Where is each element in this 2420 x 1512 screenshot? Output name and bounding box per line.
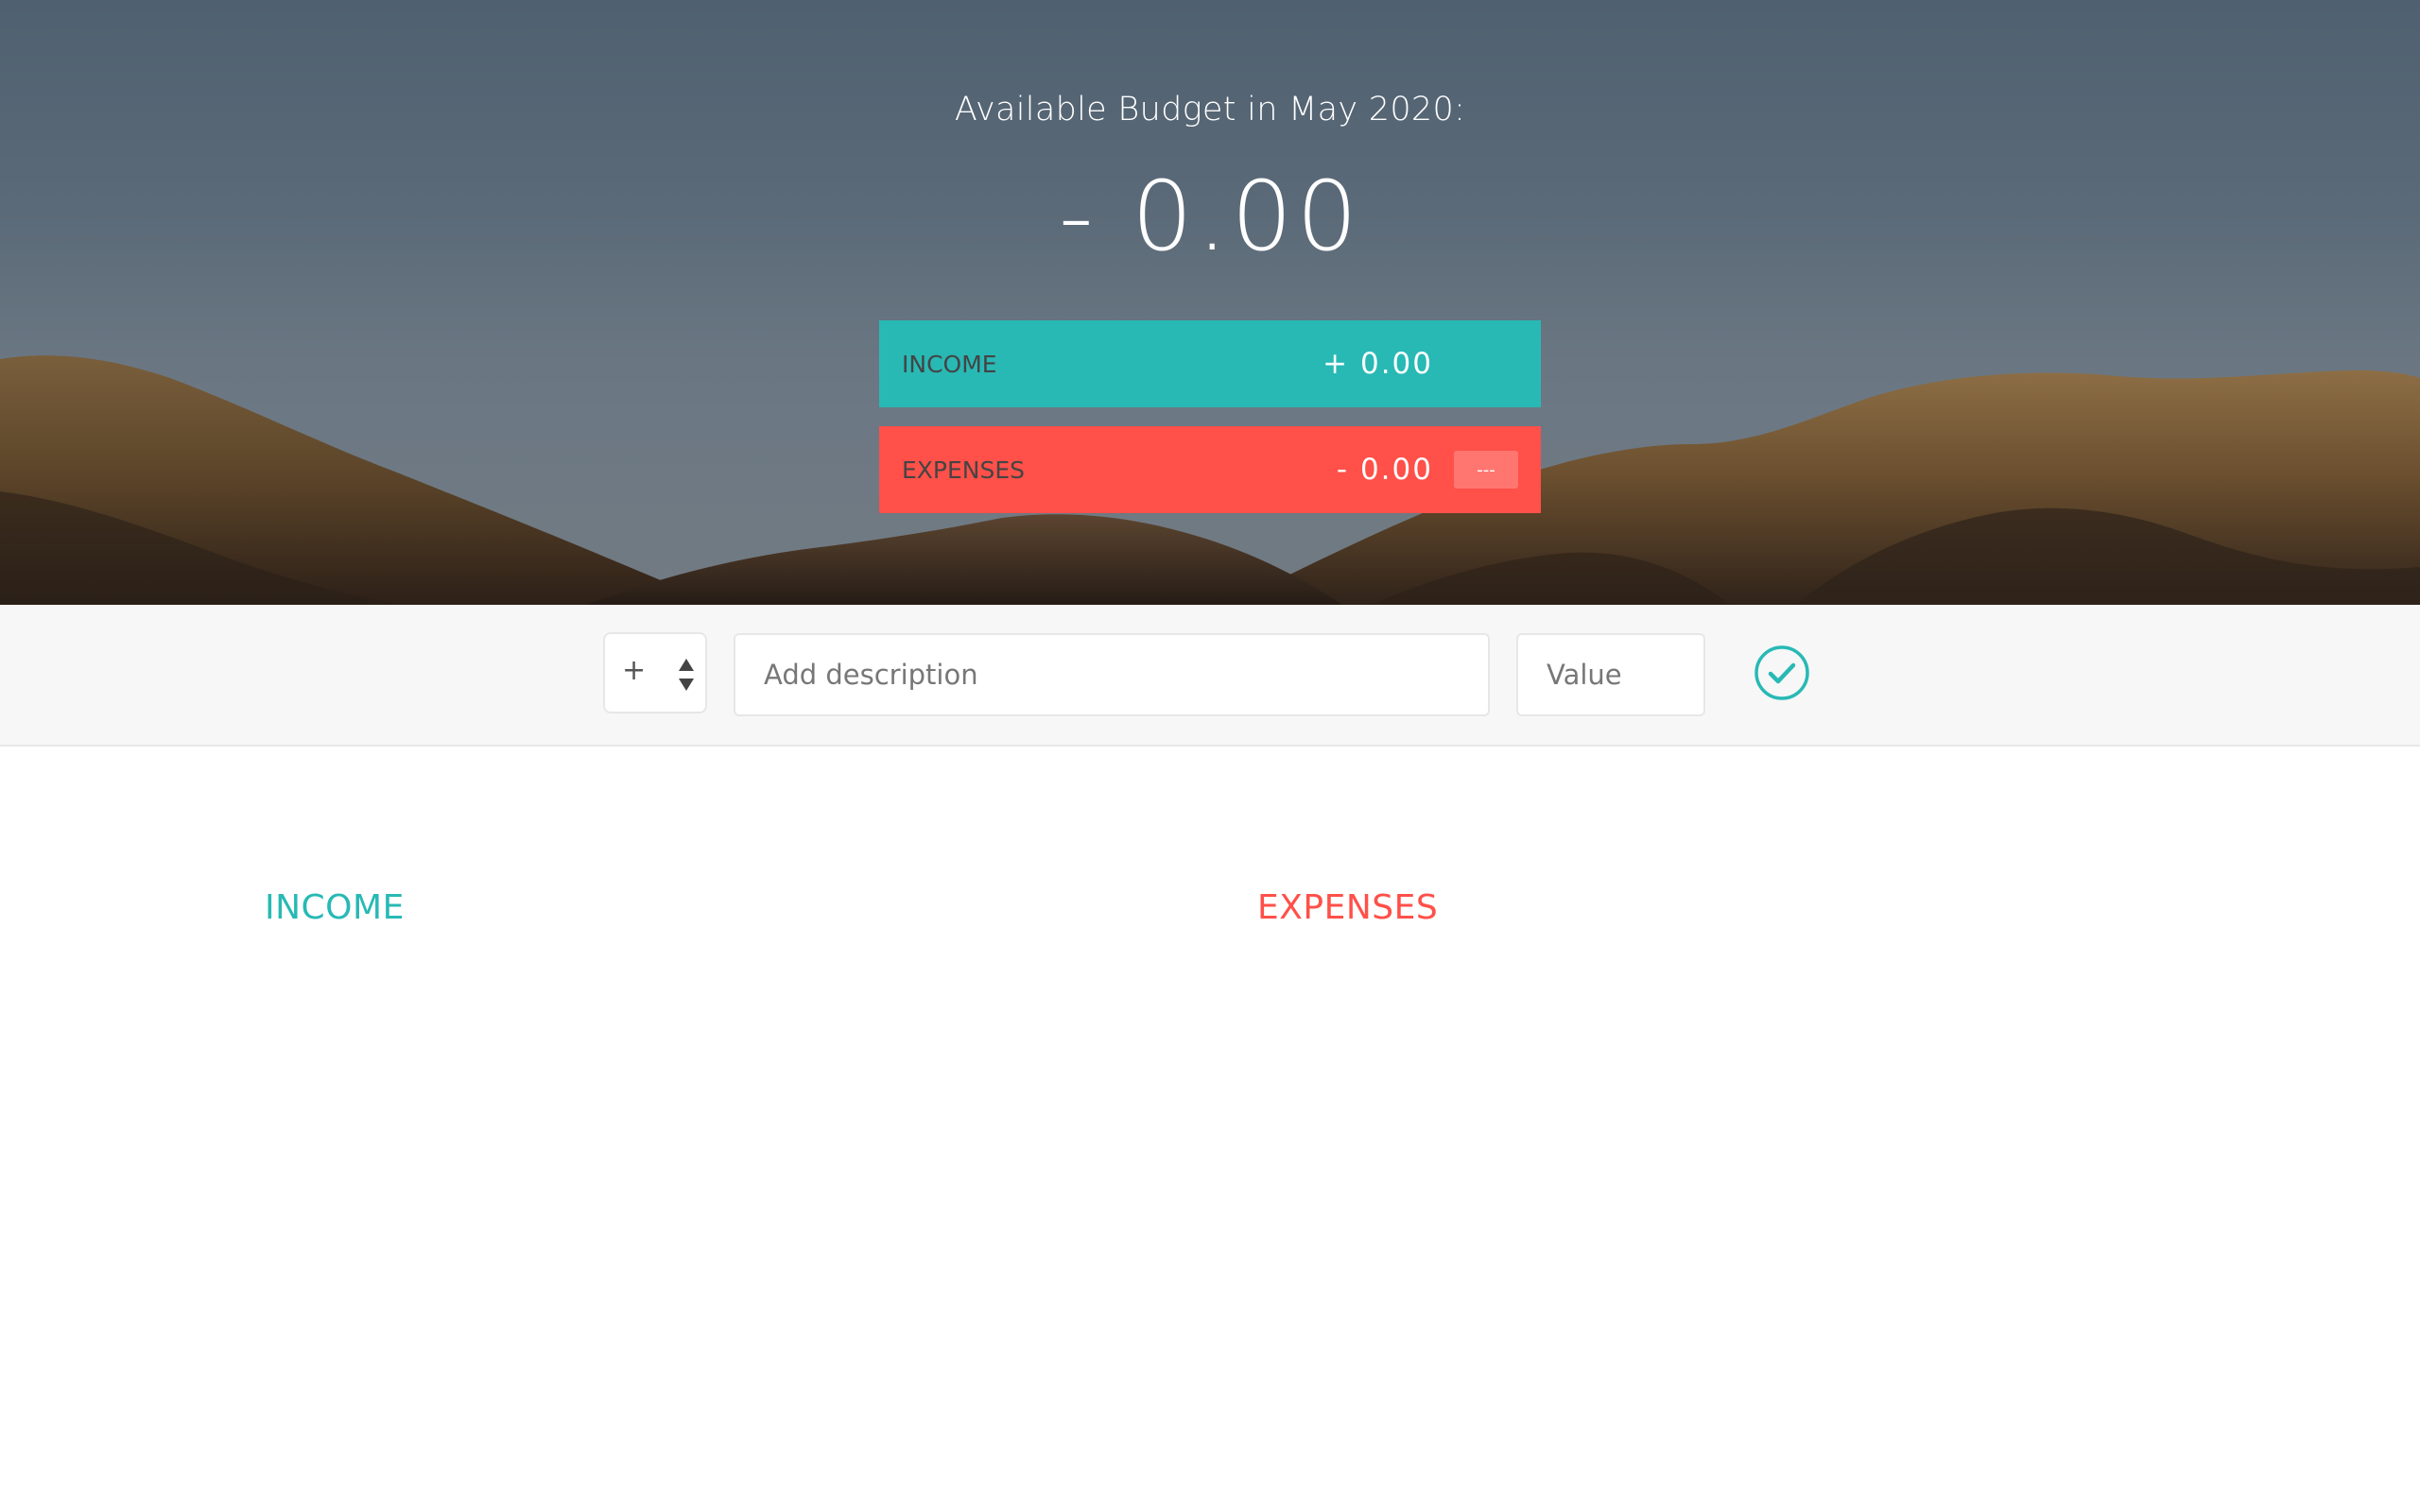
add-type-value: + xyxy=(622,654,647,687)
budget-income-label: INCOME xyxy=(902,350,997,378)
budget-expenses-value: - 0.00 xyxy=(1336,453,1433,487)
add-submit-button[interactable] xyxy=(1752,643,1812,703)
income-list-title: INCOME xyxy=(265,888,405,927)
budget-summary: Available Budget in May 2020: - 0.00 INC… xyxy=(0,0,2420,605)
select-arrows-icon xyxy=(679,659,694,691)
budget-value: - 0.00 xyxy=(1058,161,1362,273)
budget-expenses-row: EXPENSES - 0.00 --- xyxy=(879,426,1541,513)
expenses-list-title: EXPENSES xyxy=(1257,888,1439,927)
budget-expenses-label: EXPENSES xyxy=(902,455,1026,484)
budget-income-value: + 0.00 xyxy=(1322,347,1433,381)
check-circle-icon xyxy=(1754,645,1809,700)
budget-income-row: INCOME + 0.00 xyxy=(879,320,1541,407)
top-hero: Available Budget in May 2020: - 0.00 INC… xyxy=(0,0,2420,605)
add-type-select[interactable]: + xyxy=(603,632,707,713)
budget-title: Available Budget in May 2020: xyxy=(954,91,1466,129)
budget-expenses-percentage: --- xyxy=(1454,451,1518,489)
add-description-input[interactable] xyxy=(734,633,1490,716)
add-item-bar: + xyxy=(0,605,2420,747)
add-value-input[interactable] xyxy=(1516,633,1705,716)
